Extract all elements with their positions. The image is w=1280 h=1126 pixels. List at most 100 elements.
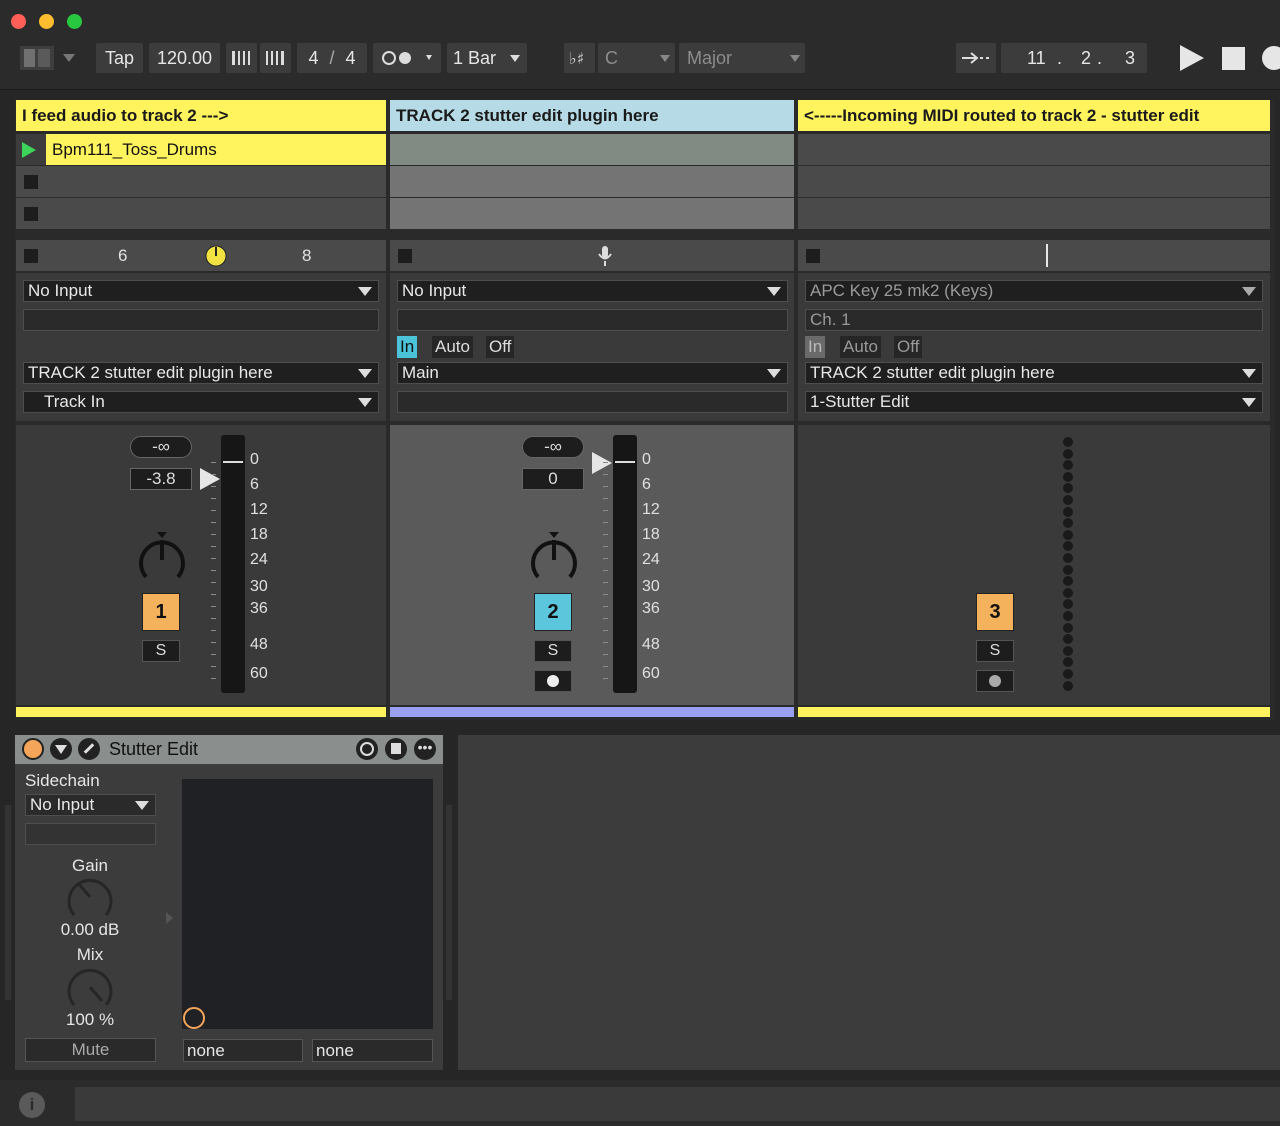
track-1-output-dropdown[interactable]: TRACK 2 stutter edit plugin here: [23, 362, 379, 384]
track-2-pan-knob[interactable]: [528, 530, 580, 588]
volume-fader-handle[interactable]: [592, 452, 612, 474]
hot-swap-icon[interactable]: [356, 738, 378, 760]
track-2-header[interactable]: TRACK 2 stutter edit plugin here: [390, 100, 794, 131]
track-1-solo-button[interactable]: S: [142, 640, 180, 662]
clip-stop-icon[interactable]: [24, 175, 38, 189]
clip-slot[interactable]: [390, 198, 794, 229]
track-2-input-channel[interactable]: [397, 309, 788, 331]
chevron-down-icon[interactable]: [63, 54, 75, 62]
track-3-input-channel-dropdown[interactable]: Ch. 1: [805, 309, 1263, 331]
track-2-peak-level[interactable]: -∞: [522, 436, 584, 458]
meter-scale-label: 18: [250, 526, 268, 543]
clip-stop-icon[interactable]: [24, 207, 38, 221]
follow-icon[interactable]: [956, 43, 996, 73]
metronome-toggle[interactable]: [373, 43, 441, 73]
clip-slot[interactable]: [798, 166, 1270, 197]
xy-y-assign[interactable]: none: [312, 1039, 433, 1062]
monitor-auto-button[interactable]: Auto: [432, 336, 473, 358]
clip-slot[interactable]: Bpm111_Toss_Drums: [16, 134, 386, 165]
track-1-output-channel-dropdown[interactable]: Track In: [23, 391, 379, 413]
gain-knob[interactable]: [65, 877, 115, 921]
stutter-xy-pad[interactable]: [182, 779, 433, 1029]
view-toggle-icon[interactable]: [20, 46, 54, 70]
info-icon[interactable]: i: [19, 1092, 45, 1118]
stop-clips-icon[interactable]: [24, 249, 38, 263]
chevron-down-icon: [767, 369, 781, 378]
clip-slot[interactable]: [16, 166, 386, 197]
track-2-output-dropdown[interactable]: Main: [397, 362, 788, 384]
track-1-input-channel[interactable]: [23, 309, 379, 331]
clip-slot[interactable]: [390, 134, 794, 165]
clip-bpm111[interactable]: Bpm111_Toss_Drums: [46, 134, 386, 165]
sidechain-input-dropdown[interactable]: No Input: [25, 794, 156, 816]
track-3-header[interactable]: <-----Incoming MIDI routed to track 2 - …: [798, 100, 1270, 131]
device-drop-area[interactable]: [458, 735, 1280, 1070]
monitor-in-button[interactable]: In: [397, 336, 418, 358]
quantize-dropdown[interactable]: 1 Bar: [447, 43, 527, 73]
track-3-status-row: [798, 240, 1270, 271]
clip-play-icon[interactable]: [22, 142, 36, 158]
key-dropdown[interactable]: C: [598, 43, 675, 73]
scale-dropdown[interactable]: Major: [679, 43, 805, 73]
monitor-in-button[interactable]: In: [805, 336, 826, 358]
expand-arrow-icon[interactable]: [166, 912, 173, 924]
clip-slot[interactable]: [798, 198, 1270, 229]
song-position[interactable]: 11 . 2 . 3: [1001, 43, 1147, 73]
more-options-icon[interactable]: •••: [414, 738, 436, 760]
monitor-auto-button[interactable]: Auto: [840, 336, 881, 358]
track-1-peak-level[interactable]: -∞: [130, 436, 192, 458]
minimize-window-button[interactable]: [39, 14, 54, 29]
stop-clips-icon[interactable]: [398, 249, 412, 263]
mix-knob[interactable]: [65, 967, 115, 1011]
play-icon[interactable]: [1180, 45, 1204, 71]
track-3-output-dropdown[interactable]: TRACK 2 stutter edit plugin here: [805, 362, 1263, 384]
save-preset-icon[interactable]: [385, 738, 407, 760]
track-3-solo-button[interactable]: S: [976, 640, 1014, 662]
clip-slot[interactable]: [390, 166, 794, 197]
meter-scale-label: 24: [642, 551, 660, 568]
device-activator-button[interactable]: [22, 738, 44, 760]
device-left-handle[interactable]: [5, 805, 11, 1000]
monitor-off-button[interactable]: Off: [486, 336, 515, 358]
track-3-output-channel-dropdown[interactable]: 1-Stutter Edit: [805, 391, 1263, 413]
stop-icon[interactable]: [1222, 47, 1245, 70]
track-3-activator-button[interactable]: 3: [976, 593, 1014, 631]
close-window-button[interactable]: [11, 14, 26, 29]
tap-tempo-button[interactable]: Tap: [96, 43, 143, 73]
nudge-up-icon[interactable]: [260, 43, 291, 73]
record-icon[interactable]: [1262, 46, 1280, 70]
time-signature[interactable]: 4 / 4: [297, 43, 367, 73]
meter-tick: [211, 474, 216, 475]
mute-button[interactable]: Mute: [25, 1038, 156, 1062]
track-2-input-dropdown[interactable]: No Input: [397, 280, 788, 302]
zoom-window-button[interactable]: [67, 14, 82, 29]
track-1-volume-field[interactable]: -3.8: [130, 468, 192, 490]
tempo-field[interactable]: 120.00: [149, 43, 220, 73]
clip-slot[interactable]: [798, 134, 1270, 165]
track-1-header[interactable]: I feed audio to track 2 --->: [16, 100, 386, 131]
track-1-activator-button[interactable]: 1: [142, 593, 180, 631]
track-1-input-dropdown[interactable]: No Input: [23, 280, 379, 302]
track-1-pan-knob[interactable]: [136, 530, 188, 588]
track-2-output-channel[interactable]: [397, 391, 788, 413]
sidechain-channel[interactable]: [25, 823, 156, 845]
device-right-handle[interactable]: [446, 805, 452, 1000]
meter-tick: [603, 462, 608, 463]
xy-x-assign[interactable]: none: [183, 1039, 303, 1062]
track-2-solo-button[interactable]: S: [534, 640, 572, 662]
track-3-input-dropdown[interactable]: APC Key 25 mk2 (Keys): [805, 280, 1263, 302]
clip-slot[interactable]: [16, 198, 386, 229]
track-2-arm-button[interactable]: [534, 670, 572, 692]
volume-fader-handle[interactable]: [200, 468, 220, 490]
device-collapse-icon[interactable]: [50, 738, 72, 760]
scale-mode-icon[interactable]: ♭♯: [564, 43, 595, 73]
track-2-volume-field[interactable]: 0: [522, 468, 584, 490]
track-2-activator-button[interactable]: 2: [534, 593, 572, 631]
track-3-arm-button[interactable]: [976, 670, 1014, 692]
track-1-status-left: 6: [118, 246, 128, 265]
wrench-icon[interactable]: [78, 738, 100, 760]
monitor-off-button[interactable]: Off: [894, 336, 923, 358]
nudge-down-icon[interactable]: [226, 43, 257, 73]
stop-clips-icon[interactable]: [806, 249, 820, 263]
xy-pad-handle[interactable]: [183, 1007, 205, 1029]
